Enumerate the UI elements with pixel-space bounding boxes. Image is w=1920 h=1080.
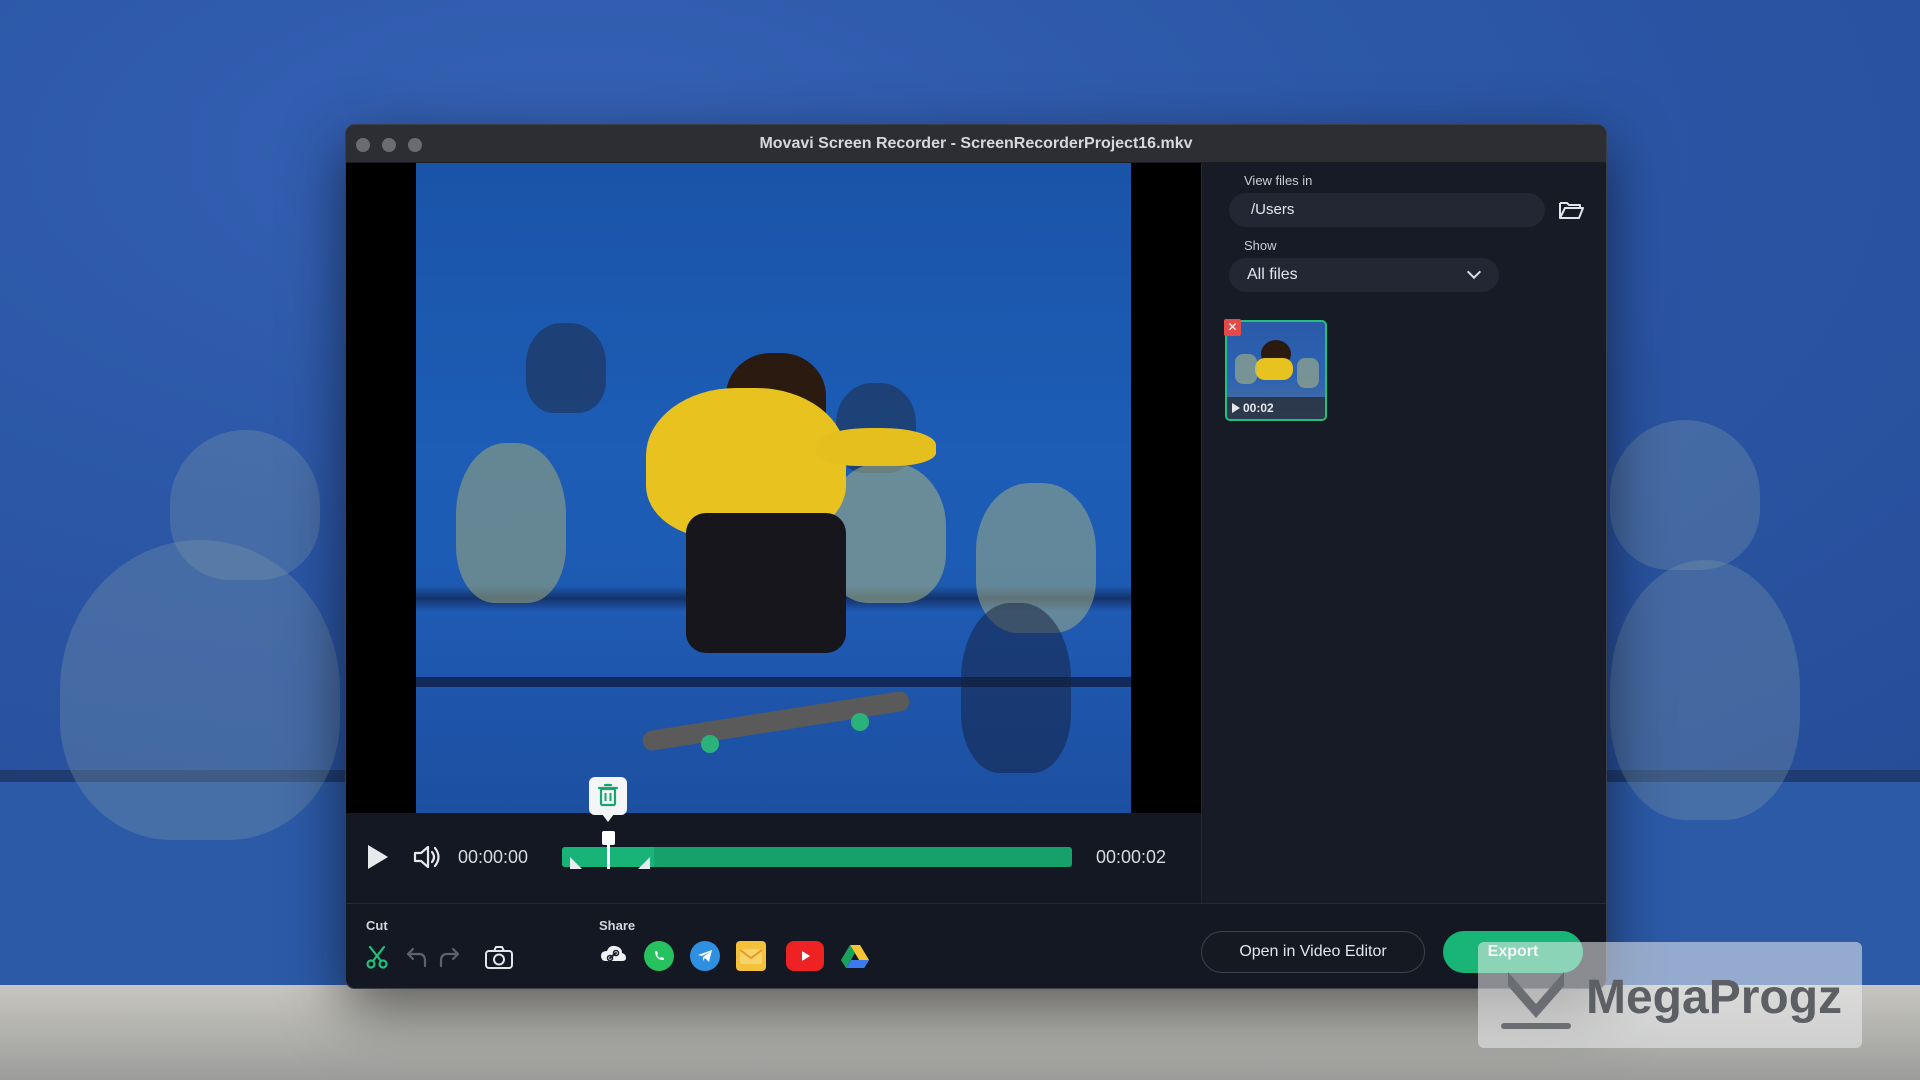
skater-pants [686, 513, 846, 653]
thumb-ghost-figure [1297, 358, 1319, 388]
telegram-icon [698, 950, 712, 962]
title-bar[interactable]: Movavi Screen Recorder - ScreenRecorderP… [346, 125, 1606, 163]
playhead-handle[interactable] [601, 831, 615, 845]
snapshot-button[interactable] [484, 942, 514, 972]
selection-start-marker[interactable] [570, 857, 582, 869]
share-youtube-button[interactable] [786, 941, 824, 971]
view-files-label: View files in [1244, 173, 1313, 188]
app-window: Movavi Screen Recorder - ScreenRecorderP… [345, 124, 1607, 989]
share-link-button[interactable] [598, 941, 628, 971]
video-ghost-figure [961, 603, 1071, 773]
share-email-button[interactable] [736, 941, 766, 971]
scissors-icon [366, 945, 388, 969]
watermark-text: MegaProgz [1586, 971, 1843, 1024]
watermark: MegaProgz [1478, 942, 1862, 1048]
thumbnail-duration: 00:02 [1227, 397, 1325, 419]
trash-icon [597, 783, 618, 807]
chevron-down-icon [1466, 264, 1482, 280]
download-arrow-logo [1501, 972, 1571, 1029]
bottom-toolbar: Cut Share Open in Video Editor [346, 903, 1606, 988]
show-filter-value: All files [1247, 266, 1298, 283]
skateboard-wheel [701, 735, 719, 753]
share-label: Share [599, 918, 636, 933]
thumb-ghost-figure [1235, 354, 1257, 384]
playback-controls: 00:00:00 00:00:02 [346, 777, 1201, 903]
share-whatsapp-button[interactable] [644, 941, 674, 971]
delete-segment-button[interactable] [588, 777, 627, 822]
wallpaper-figure [1610, 560, 1800, 820]
undo-icon [406, 947, 427, 968]
volume-icon[interactable] [412, 843, 442, 871]
share-telegram-button[interactable] [690, 941, 720, 971]
video-ghost-figure [526, 323, 606, 413]
files-panel: View files in /Users Show All files 00:0… [1201, 163, 1606, 903]
skater-arm [816, 428, 936, 466]
redo-icon [439, 947, 460, 968]
share-google-drive-button[interactable] [840, 941, 870, 971]
camera-icon [485, 946, 513, 969]
video-frame[interactable] [416, 163, 1131, 813]
selection-end-marker[interactable] [637, 857, 650, 869]
email-icon [739, 949, 763, 964]
current-time: 00:00:00 [458, 847, 529, 867]
folder-open-icon[interactable] [1558, 199, 1584, 221]
whatsapp-icon [655, 951, 664, 960]
total-time: 00:00:02 [1096, 847, 1167, 867]
wallpaper-figure [1610, 420, 1760, 570]
video-preview[interactable]: › [346, 163, 1221, 813]
skateboard [641, 690, 911, 752]
skateboard-wheel [851, 713, 869, 731]
youtube-icon [802, 951, 810, 961]
thumbnail-play-icon [1232, 403, 1240, 413]
show-filter-select[interactable]: All files [1229, 258, 1499, 292]
folder-path-field[interactable]: /Users [1229, 193, 1545, 227]
undo-button[interactable] [400, 942, 430, 972]
google-drive-icon [841, 945, 869, 968]
open-in-video-editor-button[interactable]: Open in Video Editor [1201, 931, 1425, 973]
link-icon [601, 945, 626, 962]
cut-label: Cut [366, 918, 388, 933]
video-ghost-figure [456, 443, 566, 603]
show-label: Show [1244, 238, 1277, 253]
redo-button[interactable] [436, 942, 466, 972]
wallpaper-figure [60, 540, 340, 840]
remove-file-icon[interactable]: ✕ [1224, 319, 1241, 336]
wallpaper-figure [170, 430, 320, 580]
window-title: Movavi Screen Recorder - ScreenRecorderP… [759, 135, 1193, 152]
play-button[interactable] [368, 845, 388, 869]
cut-button[interactable] [362, 942, 392, 972]
thumb-figure-hoodie [1255, 358, 1293, 380]
